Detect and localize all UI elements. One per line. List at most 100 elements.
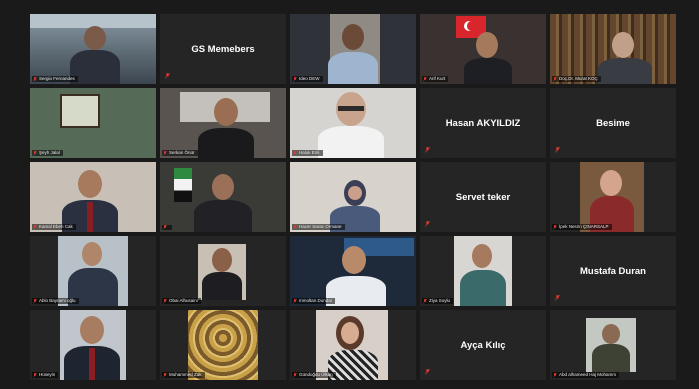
participant-nameplate: Muhammed Zak [162,372,205,378]
participant-tile-16[interactable]: Ablo Bayrami oğlu [30,236,156,306]
participant-video [290,162,416,232]
participant-nameplate: Haluk Erik [292,150,323,156]
participant-name: Kamal Ebeh Cak [39,224,73,229]
muted-mic-icon [293,150,297,156]
participant-tile-6[interactable]: Şeyh Jalal [30,88,156,158]
participant-tile-15[interactable]: İpek Nesrin ÇINARSALP [550,162,676,232]
participant-nameplate [162,225,172,230]
participant-tile-17[interactable]: Obai Alhusaini [160,236,286,306]
participant-nameplate: mmoltan.Dundar [292,298,336,304]
participant-nameplate: Hüseyin [32,372,59,378]
participant-video [160,310,286,380]
participant-tile-24[interactable]: Ayça Kılıç [420,310,546,380]
participant-nameplate: Serkan Önür [162,150,198,156]
participant-display-name: Mustafa Duran [580,265,646,277]
participant-tile-19[interactable]: Ziya Soylu [420,236,546,306]
participant-display-name: Besime [596,117,630,129]
muted-mic-icon [33,224,37,230]
participant-name: Arif Kurt [429,76,446,81]
participant-nameplate: Kamal Ebeh Cak [32,224,76,230]
participant-name: Ziya Soylu [429,298,451,303]
muted-mic-icon [555,295,560,301]
wall-picture [60,94,100,128]
participant-tile-21[interactable]: Hüseyin [30,310,156,380]
participant-name: Hüseyin [39,372,56,377]
painting [188,310,258,380]
participant-nameplate: Gündoğdu Ülkan [292,372,336,378]
participant-display-name: Hasan AKYILDIZ [445,117,521,129]
muted-mic-icon [293,76,297,82]
participant-nameplate: İpek Nesrin ÇINARSALP [552,224,612,230]
meeting-window: Sergio Fernandes GS Memebers Ideo DEW Ar… [0,0,699,389]
participant-tile-3[interactable]: Ideo DEW [290,14,416,84]
participant-video [290,14,416,84]
muted-mic-icon [163,372,167,378]
participant-nameplate: Abd alhameed Haj Mohamm [552,372,620,378]
muted-mic-icon [425,369,430,375]
participant-tile-4[interactable]: Arif Kurt [420,14,546,84]
muted-mic-icon [163,225,167,230]
participant-tile-8[interactable]: Haluk Erik [290,88,416,158]
participant-nameplate: Şeyh Jalal [32,150,63,156]
participant-name: Doç.Dr. Murat KOÇ [559,76,598,81]
participant-tile-12-active-speaker[interactable] [160,162,286,232]
participant-tile-20[interactable]: Mustafa Duran [550,236,676,306]
participant-nameplate: Hacer Sarac Ormane [292,224,345,230]
participant-video [30,236,156,306]
participant-nameplate: Ideo DEW [292,76,323,82]
muted-mic-icon [555,147,560,153]
participant-nameplate: Obai Alhusaini [162,298,201,304]
muted-mic-icon [553,76,557,82]
participant-tile-9[interactable]: Hasan AKYILDIZ [420,88,546,158]
participant-nameplate: Arif Kurt [422,76,449,82]
participant-name: Ablo Bayrami oğlu [39,298,76,303]
participant-tile-1[interactable]: Sergio Fernandes [30,14,156,84]
participant-video [420,236,546,306]
participant-tile-18[interactable]: mmoltan.Dundar [290,236,416,306]
participant-tile-13[interactable]: Hacer Sarac Ormane [290,162,416,232]
muted-mic-icon [553,224,557,230]
participant-video [550,162,676,232]
participant-tile-11[interactable]: Kamal Ebeh Cak [30,162,156,232]
muted-mic-icon [293,224,297,230]
participant-name: Serkan Önür [169,150,195,155]
participant-name: Abd alhameed Haj Mohamm [559,372,617,377]
participant-name: Ideo DEW [299,76,320,81]
participant-display-name: GS Memebers [191,43,255,55]
participant-video [420,14,546,84]
muted-mic-icon [293,372,297,378]
muted-mic-icon [165,73,170,79]
muted-mic-icon [423,298,427,304]
muted-mic-icon [33,372,37,378]
participant-name: Gündoğdu Ülkan [299,372,333,377]
participant-display-name: Ayça Kılıç [460,339,506,351]
muted-mic-icon [293,298,297,304]
muted-mic-icon [163,298,167,304]
participant-tile-22[interactable]: Muhammed Zak [160,310,286,380]
participant-tile-10[interactable]: Besime [550,88,676,158]
participant-nameplate: Ziya Soylu [422,298,454,304]
participant-name: Haluk Erik [299,150,320,155]
participant-name: Obai Alhusaini [169,298,198,303]
participant-tile-14[interactable]: Servet teker [420,162,546,232]
participant-video [290,310,416,380]
gallery-grid: Sergio Fernandes GS Memebers Ideo DEW Ar… [30,14,680,384]
participant-tile-5[interactable]: Doç.Dr. Murat KOÇ [550,14,676,84]
participant-name: İpek Nesrin ÇINARSALP [559,224,609,229]
participant-video [550,310,676,380]
muted-mic-icon [553,372,557,378]
muted-mic-icon [423,76,427,82]
participant-video [550,14,676,84]
participant-video [160,162,286,232]
participant-video [290,236,416,306]
participant-tile-25[interactable]: Abd alhameed Haj Mohamm [550,310,676,380]
participant-video [160,236,286,306]
muted-mic-icon [163,150,167,156]
participant-tile-7[interactable]: Serkan Önür [160,88,286,158]
muted-mic-icon [425,147,430,153]
participant-video [30,162,156,232]
participant-name: Şeyh Jalal [39,150,60,155]
participant-video [30,88,156,158]
participant-tile-2[interactable]: GS Memebers [160,14,286,84]
participant-tile-23[interactable]: Gündoğdu Ülkan [290,310,416,380]
